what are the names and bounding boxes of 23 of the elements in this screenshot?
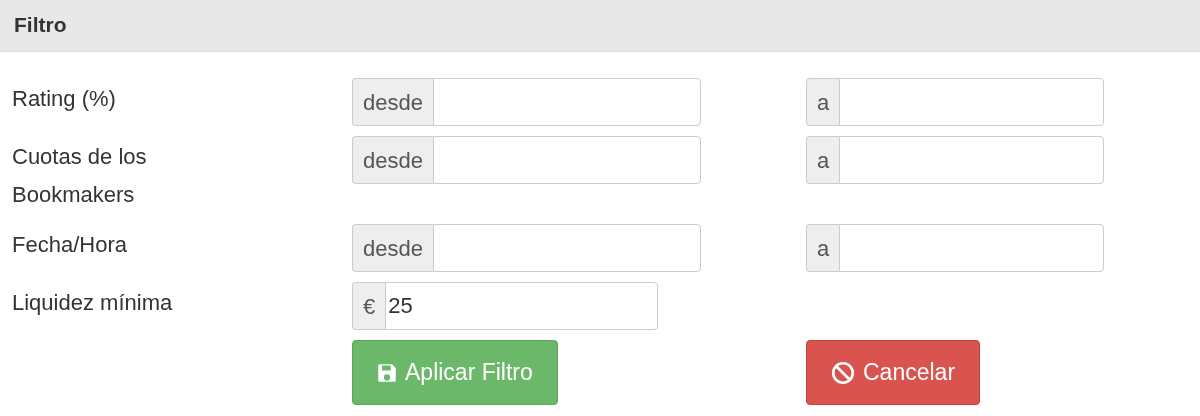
field-label: Cuotas de los Bookmakers [12, 143, 148, 209]
input-field[interactable] [839, 136, 1104, 184]
ban-icon [831, 360, 855, 385]
input-field[interactable] [839, 78, 1104, 126]
input-addon: a [806, 136, 840, 184]
input-addon: desde [352, 224, 433, 272]
field-label: Liquidez mínima [12, 289, 174, 317]
input-field[interactable]: 25 [385, 282, 658, 330]
save-icon [377, 362, 397, 383]
input-addon: a [806, 224, 840, 272]
cancel-button[interactable]: Cancelar [806, 340, 981, 405]
field-label: Rating (%) [12, 85, 117, 113]
input-addon: desde [352, 78, 433, 126]
input-addon: € [352, 282, 386, 330]
input-field[interactable] [432, 136, 701, 184]
input-field[interactable] [839, 224, 1104, 272]
input-field[interactable] [432, 224, 701, 272]
apply-button[interactable]: Aplicar Filtro [352, 340, 558, 405]
field-label: Fecha/Hora [12, 231, 128, 259]
panel-title: Filtro [14, 13, 67, 36]
input-field[interactable] [432, 78, 701, 126]
input-addon: desde [352, 136, 433, 184]
input-addon: a [806, 78, 840, 126]
